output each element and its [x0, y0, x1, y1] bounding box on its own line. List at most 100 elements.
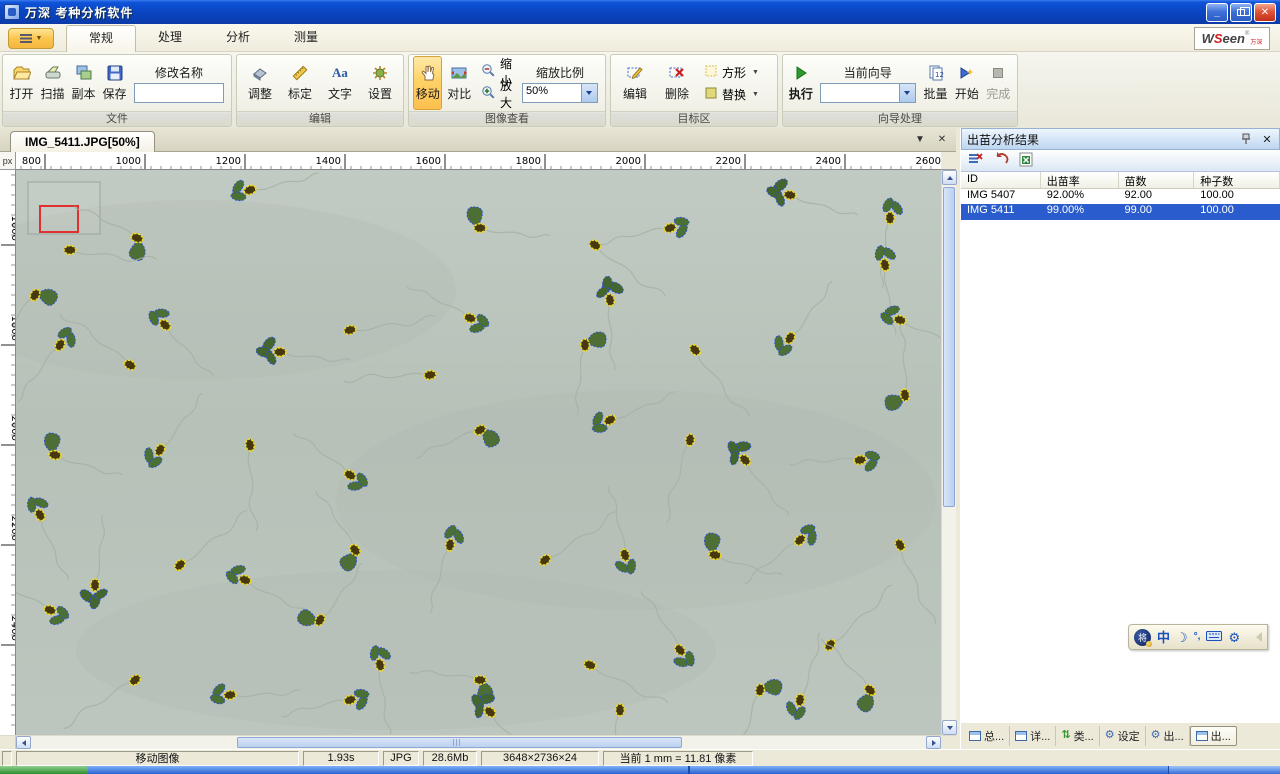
table-cell: 100.00: [1194, 204, 1280, 220]
dotted-square-icon: [704, 64, 718, 81]
export-excel-icon[interactable]: [1019, 152, 1033, 170]
column-header-0[interactable]: ID: [961, 172, 1041, 188]
horizontal-scroll-thumb[interactable]: [237, 737, 682, 748]
open-button[interactable]: 打开: [7, 56, 36, 110]
table-row[interactable]: IMG 541199.00%99.00100.00: [961, 204, 1280, 220]
zoom-ratio-select[interactable]: 50%: [522, 83, 598, 103]
zoom-out-icon: [481, 63, 496, 81]
ruler-icon: [291, 64, 309, 82]
start-play-icon: [958, 64, 976, 82]
calibrate-button[interactable]: 标定: [281, 56, 319, 110]
results-bottom-tabs: 总...详...⇅类...⚙设定⚙出...出...: [961, 722, 1280, 749]
close-button[interactable]: ✕: [1254, 3, 1276, 22]
ime-keyboard-icon[interactable]: [1206, 630, 1222, 644]
panel-tab-1[interactable]: 详...: [1010, 726, 1056, 746]
ime-fullwidth-moon-icon[interactable]: ☽: [1176, 631, 1188, 644]
replace-button[interactable]: 替换 ▼: [702, 84, 763, 104]
batch-button[interactable]: 12 批量: [921, 56, 950, 110]
scroll-up-icon[interactable]: [942, 170, 957, 185]
table-cell: 100.00: [1194, 189, 1280, 204]
tab-list-dropdown-icon[interactable]: ▼: [912, 132, 928, 147]
scroll-left-icon[interactable]: [16, 736, 31, 749]
ime-settings-gear-icon[interactable]: ⚙: [1228, 631, 1240, 644]
document-area: IMG_5411.JPG[50%] ▼ ✕ px 800100012001400…: [0, 128, 956, 749]
target-edit-button[interactable]: 编辑: [615, 56, 655, 110]
start-button-sliver[interactable]: [0, 766, 88, 774]
image-canvas[interactable]: [16, 170, 941, 735]
current-wizard-select[interactable]: [820, 83, 916, 103]
svg-text:12: 12: [935, 71, 944, 79]
undo-icon[interactable]: [994, 152, 1009, 169]
save-button[interactable]: 保存: [100, 56, 129, 110]
ime-punctuation-icon[interactable]: °,: [1194, 632, 1201, 642]
pin-icon[interactable]: [1239, 132, 1253, 146]
gear-icon: ⚙: [1151, 730, 1161, 741]
chevron-down-icon[interactable]: [899, 84, 915, 102]
system-tray-sliver: [1168, 766, 1280, 774]
copy-button[interactable]: 副本: [69, 56, 98, 110]
scanner-icon: [44, 64, 62, 82]
horizontal-scrollbar[interactable]: [0, 735, 956, 749]
chevron-down-icon[interactable]: ▼: [750, 69, 761, 76]
scan-button[interactable]: 扫描: [38, 56, 67, 110]
panel-tab-label: 出...: [1163, 728, 1183, 744]
panel-tab-3[interactable]: ⚙设定: [1100, 726, 1146, 746]
horizontal-scroll-track[interactable]: [31, 736, 926, 749]
panel-tab-5[interactable]: 出...: [1190, 726, 1237, 746]
column-header-2[interactable]: 苗数: [1119, 172, 1195, 188]
table-row[interactable]: IMG 540792.00%92.00100.00: [961, 189, 1280, 204]
results-panel-body: 将 中 ☽ °, ⚙: [961, 220, 1280, 722]
group-title-target: 目标区: [611, 111, 777, 127]
finish-button[interactable]: 完成: [984, 56, 1013, 110]
document-tab[interactable]: IMG_5411.JPG[50%]: [10, 131, 155, 152]
shape-square-button[interactable]: 方形 ▼: [702, 62, 763, 82]
settings-button[interactable]: 设置: [361, 56, 399, 110]
ruler-tick-label: 2600: [916, 156, 941, 167]
tab-analyze[interactable]: 分析: [204, 24, 272, 52]
run-button[interactable]: 执行: [787, 56, 815, 110]
column-header-1[interactable]: 出苗率: [1041, 172, 1119, 188]
tab-general[interactable]: 常规: [66, 25, 136, 52]
move-button[interactable]: 移动: [413, 56, 442, 110]
panel-tab-4[interactable]: ⚙出...: [1146, 726, 1190, 746]
close-panel-icon[interactable]: ✕: [1260, 132, 1274, 146]
minimize-button[interactable]: _: [1206, 3, 1228, 22]
menu-icon: [20, 34, 32, 43]
chevron-down-icon[interactable]: [581, 84, 597, 102]
column-header-3[interactable]: 种子数: [1194, 172, 1280, 188]
close-document-icon[interactable]: ✕: [934, 132, 950, 147]
panel-tab-2[interactable]: ⇅类...: [1056, 726, 1099, 746]
start-button[interactable]: 开始: [952, 56, 981, 110]
ruler-tick-label: 1600: [9, 216, 16, 241]
restore-button[interactable]: [1230, 3, 1252, 22]
vertical-scrollbar[interactable]: [941, 170, 956, 735]
ruler-tick-label: 1600: [416, 156, 441, 167]
vertical-scroll-track[interactable]: [942, 185, 956, 720]
ime-collapse-icon[interactable]: [1256, 632, 1262, 642]
status-scale: 当前 1 mm = 11.81 像素: [603, 751, 753, 766]
vertical-scroll-thumb[interactable]: [943, 187, 955, 507]
target-delete-button[interactable]: 删除: [657, 56, 697, 110]
tab-process[interactable]: 处理: [136, 24, 204, 52]
rename-label: 修改名称: [134, 64, 224, 81]
delete-rows-icon[interactable]: [968, 152, 984, 169]
ime-language-bar[interactable]: 将 中 ☽ °, ⚙: [1128, 624, 1268, 650]
panel-tab-0[interactable]: 总...: [964, 726, 1010, 746]
ime-logo-icon[interactable]: 将: [1134, 629, 1151, 646]
application-menu-button[interactable]: ▼: [8, 28, 54, 49]
ribbon-group-file: 打开 扫描 副本 保存 修改名称: [2, 54, 232, 127]
status-filesize: 28.6Mb: [423, 751, 477, 766]
scroll-down-icon[interactable]: [942, 720, 957, 735]
ribbon-tab-row: ▼ 常规 处理 分析 测量 WSeen®万深: [0, 24, 1280, 52]
ime-chinese-mode-icon[interactable]: 中: [1157, 631, 1170, 644]
table-cell: 92.00%: [1041, 189, 1119, 204]
contrast-button[interactable]: 对比: [444, 56, 473, 110]
adjust-button[interactable]: 调整: [241, 56, 279, 110]
rename-input[interactable]: [134, 83, 224, 103]
tab-measure[interactable]: 测量: [272, 24, 340, 52]
zoom-in-button[interactable]: 放大: [479, 84, 514, 104]
ruler-tick-label: 1800: [516, 156, 541, 167]
text-button[interactable]: Aa 文字: [321, 56, 359, 110]
chevron-down-icon[interactable]: ▼: [750, 91, 761, 98]
scroll-right-icon[interactable]: [926, 736, 941, 749]
